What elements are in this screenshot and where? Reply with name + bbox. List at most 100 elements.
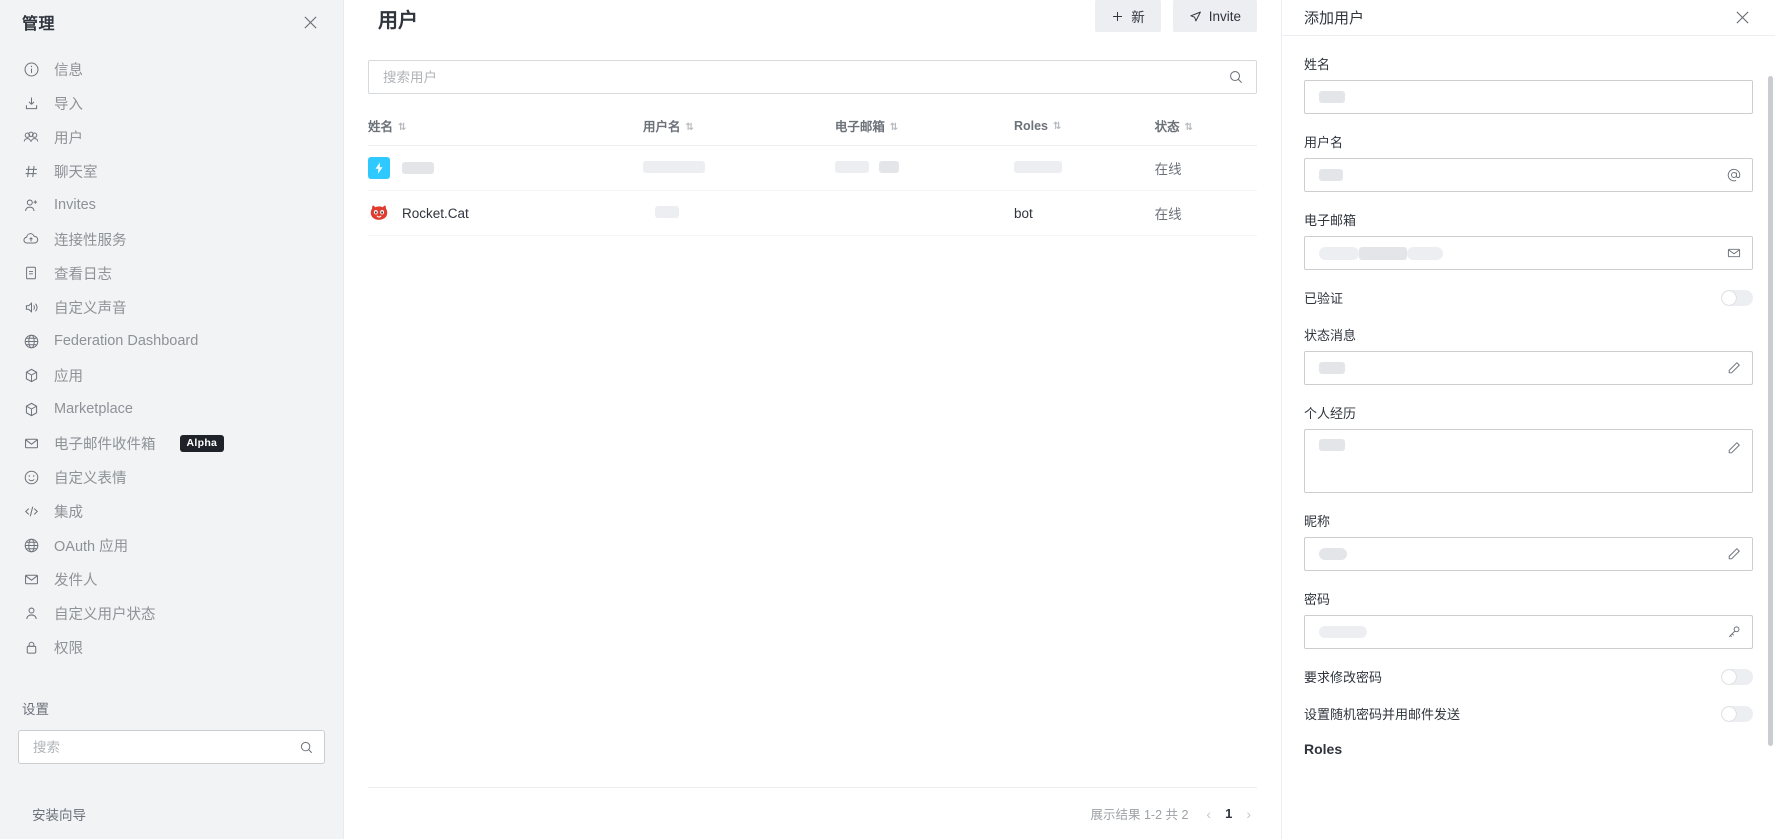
column-label: 姓名 xyxy=(368,120,394,134)
settings-heading: 设置 xyxy=(22,702,49,717)
user-status: 在线 xyxy=(1154,207,1182,222)
sidebar-item-federation-dashboard[interactable]: Federation Dashboard xyxy=(0,324,343,358)
users-icon xyxy=(22,128,40,146)
admin-app: 管理 信息 导入 用户 聊天室 Invites 连接性服务 查看日志 自定义声音… xyxy=(0,0,1775,839)
pencil-icon[interactable] xyxy=(1726,439,1742,456)
sidebar-item-mailer[interactable]: 发件人 xyxy=(0,562,343,596)
user-icon xyxy=(22,604,40,622)
page-number[interactable]: 1 xyxy=(1225,806,1232,821)
mail-icon xyxy=(22,434,40,452)
close-icon[interactable] xyxy=(1731,7,1753,29)
sort-icon: ⇅ xyxy=(889,122,899,133)
sidebar-item-email-inbox[interactable]: 电子邮件收件箱 Alpha xyxy=(0,426,343,460)
new-user-button[interactable]: 新 xyxy=(1095,0,1161,32)
sidebar-item-custom-emoji[interactable]: 自定义表情 xyxy=(0,460,343,494)
sidebar-item-rooms[interactable]: 聊天室 xyxy=(0,154,343,188)
sidebar-item-connectivity[interactable]: 连接性服务 xyxy=(0,222,343,256)
bolt-avatar xyxy=(368,157,390,179)
page-title: 用户 xyxy=(378,10,418,32)
sidebar-item-marketplace[interactable]: Marketplace xyxy=(0,392,343,426)
random-password-email-toggle[interactable] xyxy=(1721,705,1753,722)
verified-toggle[interactable] xyxy=(1721,289,1753,306)
require-password-change-toggle[interactable] xyxy=(1721,668,1753,685)
column-header-email[interactable]: 电子邮箱 ⇅ xyxy=(834,110,1014,146)
redacted-value xyxy=(1319,548,1347,560)
redacted-roles xyxy=(1013,160,1062,173)
panel-body: 姓名 用户名 电子邮箱 已验证 状态消息 个人经历 昵称 密码 要求修改密码 设… xyxy=(1282,36,1775,839)
sidebar-item-label: 聊天室 xyxy=(54,164,98,181)
pencil-icon[interactable] xyxy=(1726,546,1742,562)
search-icon[interactable] xyxy=(299,740,314,755)
sidebar-title: 管理 xyxy=(22,16,56,33)
key-icon[interactable] xyxy=(1726,624,1742,640)
sidebar-item-oauth-apps[interactable]: OAuth 应用 xyxy=(0,528,343,562)
table-row[interactable]: Rocket.Cat bot 在线 xyxy=(368,190,1257,236)
chevron-right-icon[interactable]: › xyxy=(1246,806,1251,822)
column-header-name[interactable]: 姓名 ⇅ xyxy=(368,110,643,146)
settings-link-retention-policy[interactable]: 保留政策 xyxy=(10,832,333,839)
pencil-icon[interactable] xyxy=(1726,360,1742,376)
field-label-bio: 个人经历 xyxy=(1304,406,1357,421)
username-input[interactable] xyxy=(1304,158,1753,192)
bio-value xyxy=(1319,439,1726,451)
sidebar-item-invites[interactable]: Invites xyxy=(0,188,343,222)
column-label: 电子邮箱 xyxy=(834,120,885,134)
panel-header: 添加用户 xyxy=(1282,0,1775,36)
sidebar-item-users[interactable]: 用户 xyxy=(0,120,343,154)
status-message-input[interactable] xyxy=(1304,351,1753,385)
sidebar-item-customsounds[interactable]: 自定义声音 xyxy=(0,290,343,324)
add-user-panel: 添加用户 姓名 用户名 电子邮箱 已验证 状态消息 个人经历 昵称 密码 要求修… xyxy=(1281,0,1775,839)
cell-roles: bot xyxy=(1013,190,1155,236)
rocketcat-avatar xyxy=(368,202,390,224)
search-icon[interactable] xyxy=(1228,69,1244,85)
sidebar-item-label: Marketplace xyxy=(54,401,133,417)
password-input[interactable] xyxy=(1304,615,1753,649)
main-content: 用户 新 Invite 搜索用户 姓名 ⇅ 用户名 ⇅ 电子邮箱 ⇅ Roles… xyxy=(344,0,1281,839)
field-email: 电子邮箱 xyxy=(1304,210,1753,270)
field-label-nickname: 昵称 xyxy=(1304,514,1331,529)
sort-icon: ⇅ xyxy=(1052,120,1062,132)
column-label: 状态 xyxy=(1154,120,1180,134)
invite-button[interactable]: Invite xyxy=(1172,0,1257,32)
send-icon xyxy=(1189,10,1202,23)
pagination: ‹ 1 › xyxy=(1206,806,1251,822)
field-nickname: 昵称 xyxy=(1304,511,1753,571)
settings-search-box[interactable] xyxy=(18,730,325,764)
nickname-input[interactable] xyxy=(1304,537,1753,571)
column-label: Roles xyxy=(1013,118,1048,133)
sidebar-item-user-status[interactable]: 自定义用户状态 xyxy=(0,596,343,630)
field-label-random-password-email: 设置随机密码并用邮件发送 xyxy=(1304,707,1461,722)
email-input[interactable] xyxy=(1304,236,1753,270)
settings-search-input[interactable] xyxy=(33,739,299,755)
password-value xyxy=(1319,626,1726,638)
sidebar-item-label: Federation Dashboard xyxy=(54,333,199,349)
user-search-box[interactable] xyxy=(368,60,1257,94)
chevron-left-icon[interactable]: ‹ xyxy=(1206,806,1211,822)
invite-button-label: Invite xyxy=(1208,8,1241,24)
user-search-input[interactable] xyxy=(383,69,1228,85)
sidebar-item-viewlogs[interactable]: 查看日志 xyxy=(0,256,343,290)
sidebar-item-permissions[interactable]: 权限 xyxy=(0,630,343,664)
table-header-row: 姓名 ⇅ 用户名 ⇅ 电子邮箱 ⇅ Roles ⇅ 状态 ⇅ xyxy=(368,110,1257,146)
bio-textarea[interactable] xyxy=(1304,429,1753,493)
sidebar-item-apps[interactable]: 应用 xyxy=(0,358,343,392)
field-label-password: 密码 xyxy=(1304,592,1331,607)
column-header-username[interactable]: 用户名 ⇅ xyxy=(643,110,835,146)
field-label-status-message: 状态消息 xyxy=(1304,328,1357,343)
sidebar-item-label: 自定义用户状态 xyxy=(54,606,156,623)
name-input[interactable] xyxy=(1304,80,1753,114)
table-row[interactable]: 在线 xyxy=(368,145,1257,191)
redacted-value xyxy=(1319,246,1359,260)
file-icon xyxy=(22,264,40,282)
sidebar-item-import[interactable]: 导入 xyxy=(0,86,343,120)
import-icon xyxy=(22,94,40,112)
column-header-status[interactable]: 状态 ⇅ xyxy=(1154,110,1257,146)
info-icon xyxy=(22,60,40,78)
settings-link-setup-wizard[interactable]: 安装向导 xyxy=(10,796,333,832)
users-table-body: 在线 Rocket.Cat bot 在线 xyxy=(368,145,1257,236)
close-icon[interactable] xyxy=(299,11,321,33)
panel-scrollbar[interactable] xyxy=(1768,76,1773,746)
column-header-roles[interactable]: Roles ⇅ xyxy=(1013,110,1155,146)
sidebar-item-integrations[interactable]: 集成 xyxy=(0,494,343,528)
sidebar-item-info[interactable]: 信息 xyxy=(0,52,343,86)
